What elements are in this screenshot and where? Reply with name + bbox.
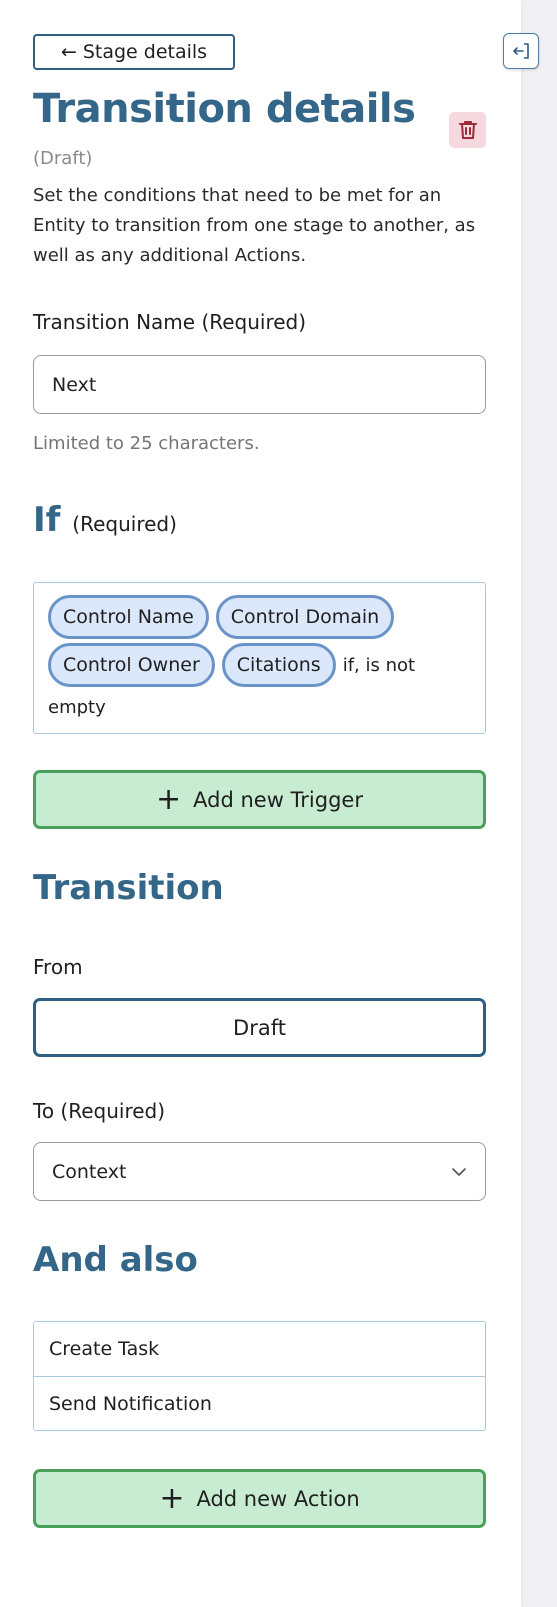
chevron-down-icon (452, 1167, 466, 1176)
collapse-panel-button[interactable] (503, 33, 539, 69)
action-item-send-notification[interactable]: Send Notification (34, 1376, 485, 1430)
field-chip-control-name[interactable]: Control Name (48, 595, 209, 639)
character-limit-hint: Limited to 25 characters. (33, 433, 260, 454)
add-new-trigger-button[interactable]: + Add new Trigger (33, 770, 486, 829)
plus-icon: + (156, 781, 182, 817)
from-label: From (33, 955, 83, 979)
collapse-panel-icon (513, 43, 529, 59)
field-chip-control-owner[interactable]: Control Owner (48, 643, 215, 687)
from-stage-button[interactable]: Draft (33, 998, 486, 1057)
back-to-stage-details-button[interactable]: ← Stage details (33, 34, 235, 70)
back-button-label: Stage details (82, 41, 208, 63)
action-list: Create Task Send Notification (33, 1321, 486, 1431)
if-required-label: (Required) (72, 512, 177, 536)
add-new-action-button[interactable]: + Add new Action (33, 1469, 486, 1528)
if-section-title: If (Required) (33, 500, 177, 540)
page-title: Transition details (33, 86, 416, 132)
plus-icon: + (159, 1480, 185, 1516)
to-stage-value: Context (52, 1160, 127, 1183)
transition-name-label: Transition Name (Required) (33, 310, 307, 334)
transition-details-panel: ← Stage details Transition details (Draf… (0, 0, 521, 1607)
delete-transition-button[interactable] (449, 112, 486, 148)
from-stage-value: Draft (233, 1015, 286, 1040)
status-label: (Draft) (33, 148, 93, 169)
and-also-section-title: And also (33, 1240, 198, 1280)
arrow-left-icon: ← (60, 41, 77, 63)
if-heading: If (33, 500, 61, 540)
field-chip-citations[interactable]: Citations (221, 643, 336, 687)
to-stage-select[interactable]: Context (33, 1142, 486, 1201)
transition-section-title: Transition (33, 868, 224, 908)
to-label: To (Required) (33, 1099, 166, 1123)
action-item-create-task[interactable]: Create Task (34, 1322, 485, 1376)
add-trigger-label: Add new Trigger (193, 787, 363, 812)
trigger-condition-box[interactable]: Control Name Control DomainControl Owner C… (33, 582, 486, 734)
field-chip-control-domain[interactable]: Control Domain (215, 595, 395, 639)
trash-icon (458, 121, 477, 139)
transition-name-input[interactable] (33, 355, 486, 414)
description-text: Set the conditions that need to be met f… (33, 185, 476, 266)
add-action-label: Add new Action (196, 1486, 360, 1511)
